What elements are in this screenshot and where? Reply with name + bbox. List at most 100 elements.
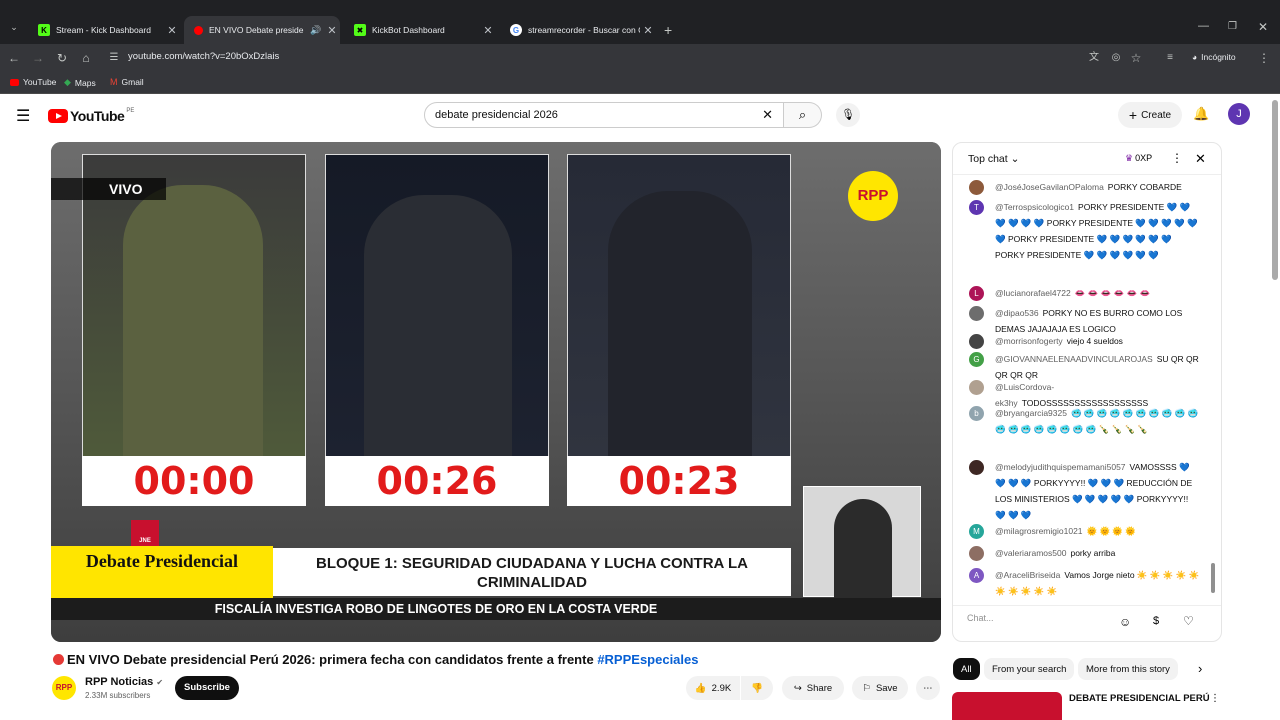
chat-author-avatar[interactable] — [969, 334, 984, 349]
home-icon[interactable]: ⌂ — [78, 50, 94, 66]
tab-search-button[interactable]: ⌄ — [6, 22, 22, 38]
channel-name[interactable]: RPP Noticias ✔ — [85, 676, 163, 688]
xp-badge[interactable]: ♛ 0XP — [1125, 153, 1152, 164]
chat-message[interactable]: M @milagrosremigio1021 🌞 🌞 🌞 🌞 — [969, 523, 1201, 539]
youtube-logo[interactable]: YouTube PE — [48, 108, 134, 124]
bookmark-youtube[interactable]: YouTube — [10, 77, 56, 87]
speaker-icon[interactable]: 🔊 — [308, 25, 324, 36]
chat-message[interactable]: @JoséJoseGavilanOPaloma PORKY COBARDE — [969, 179, 1201, 195]
chat-author-avatar[interactable]: b — [969, 406, 984, 421]
recommended-video-thumbnail[interactable] — [952, 692, 1062, 720]
chat-mode-dropdown[interactable]: Top chat ⌄ — [968, 153, 1019, 165]
browser-menu-icon[interactable]: ⋮ — [1256, 50, 1272, 66]
dislike-button[interactable]: 👎 — [741, 676, 773, 700]
video-player[interactable]: 00:00 00:26 00:23 VIVO RPP JNE Debate Pr… — [51, 142, 941, 642]
close-tab-icon[interactable]: ✕ — [324, 24, 340, 37]
chat-author-name[interactable]: @JoséJoseGavilanOPaloma — [995, 182, 1104, 192]
bookmark-star-icon[interactable]: ☆ — [1128, 50, 1144, 66]
incognito-indicator[interactable]: ◕ Incógnito — [1192, 52, 1236, 62]
chat-message[interactable]: @melodyjudithquispemamani5057 VAMOSSSS 💙 … — [969, 459, 1201, 523]
chat-author-avatar[interactable] — [969, 460, 984, 475]
back-arrow-icon[interactable]: ← — [6, 50, 22, 66]
chat-scrollbar[interactable] — [1211, 563, 1215, 593]
save-button[interactable]: ⚐ Save — [852, 676, 908, 700]
close-window-button[interactable]: ✕ — [1258, 20, 1268, 34]
chat-author-name[interactable]: @bryangarcia9325 — [995, 408, 1067, 418]
chip-all[interactable]: All — [953, 658, 980, 680]
hamburger-menu-icon[interactable]: ☰ — [16, 106, 30, 126]
chat-author-name[interactable]: @GIOVANNAELENAADVINCULAROJAS — [995, 354, 1153, 364]
notifications-bell-icon[interactable]: 🔔 — [1193, 106, 1209, 122]
tab-google-search[interactable]: G streamrecorder - Buscar con Go ✕ — [500, 16, 656, 44]
minimize-window-button[interactable]: — — [1198, 20, 1209, 32]
chat-author-name[interactable]: @Terrospsicologico1 — [995, 202, 1074, 212]
close-tab-icon[interactable]: ✕ — [640, 24, 656, 37]
emoji-icon[interactable]: ☺ — [1119, 615, 1131, 629]
chat-author-avatar[interactable] — [969, 180, 984, 195]
chat-author-name[interactable]: @AraceliBriseida — [995, 570, 1060, 580]
recommended-more-icon[interactable]: ⋮ — [1210, 693, 1220, 704]
bookmark-gmail[interactable]: M Gmail — [110, 77, 144, 87]
chat-author-avatar[interactable]: M — [969, 524, 984, 539]
create-button[interactable]: + Create — [1118, 102, 1182, 128]
close-tab-icon[interactable]: ✕ — [480, 24, 496, 37]
media-controls-icon[interactable]: ≡ — [1162, 50, 1178, 66]
search-button[interactable]: ⌕ — [784, 102, 822, 128]
chat-message-body: @morrisonfogerty viejo 4 sueldos — [995, 333, 1201, 349]
chat-author-name[interactable]: @melodyjudithquispemamani5057 — [995, 462, 1126, 472]
chat-author-name[interactable]: @milagrosremigio1021 — [995, 526, 1083, 536]
chip-more-from-this-story[interactable]: More from this story — [1078, 658, 1178, 680]
share-button[interactable]: ↪ Share — [782, 676, 844, 700]
close-chat-icon[interactable]: ✕ — [1195, 151, 1206, 167]
heart-icon[interactable]: ♡ — [1183, 614, 1194, 628]
chat-author-name[interactable]: @morrisonfogerty — [995, 336, 1063, 346]
close-tab-icon[interactable]: ✕ — [164, 24, 180, 37]
tab-kick-dashboard[interactable]: K Stream - Kick Dashboard ✕ — [28, 16, 180, 44]
chat-message[interactable]: @valeriaramos500 porky arriba — [969, 545, 1201, 561]
reload-icon[interactable]: ↻ — [54, 50, 70, 66]
translate-icon[interactable]: 文 — [1086, 50, 1102, 66]
chevron-right-icon[interactable]: › — [1198, 661, 1202, 676]
search-input[interactable]: debate presidencial 2026 ✕ — [424, 102, 784, 128]
hashtag-link[interactable]: #RPPEspeciales — [597, 652, 698, 667]
tab-youtube-debate[interactable]: EN VIVO Debate preside 🔊 ✕ — [184, 16, 340, 44]
chat-author-avatar[interactable] — [969, 306, 984, 321]
voice-search-button[interactable]: 🎙 — [836, 103, 860, 127]
url-field[interactable]: youtube.com/watch?v=20bOxDzlais — [128, 51, 279, 62]
chat-message[interactable]: L @lucianorafael4722 👄 👄 👄 👄 👄 👄 — [969, 285, 1201, 301]
chat-author-avatar[interactable]: G — [969, 352, 984, 367]
more-actions-button[interactable]: ⋯ — [916, 676, 940, 700]
chat-author-avatar[interactable]: A — [969, 568, 984, 583]
like-button[interactable]: 👍 2.9K — [686, 676, 740, 700]
chat-author-name[interactable]: @valeriaramos500 — [995, 548, 1066, 558]
site-info-icon[interactable]: ☰ — [106, 50, 122, 66]
chat-message[interactable]: T @Terrospsicologico1 PORKY PRESIDENTE 💙 💙… — [969, 199, 1201, 263]
clear-search-icon[interactable]: ✕ — [762, 107, 773, 123]
channel-avatar[interactable]: RPP — [52, 676, 76, 700]
chat-message[interactable]: @morrisonfogerty viejo 4 sueldos — [969, 333, 1201, 349]
user-avatar[interactable]: J — [1228, 103, 1250, 125]
logo-text: YouTube — [70, 108, 125, 124]
chat-author-name[interactable]: @dipao536 — [995, 308, 1039, 318]
chat-more-options-icon[interactable]: ⋮ — [1171, 151, 1183, 165]
restore-window-button[interactable]: ❐ — [1228, 21, 1237, 32]
chip-from-your-search[interactable]: From your search — [984, 658, 1075, 680]
recommended-video-title[interactable]: DEBATE PRESIDENCIAL PERÚ — [1069, 693, 1210, 704]
tab-kickbot-dashboard[interactable]: ✖ KickBot Dashboard ✕ — [344, 16, 496, 44]
bookmark-maps[interactable]: ◆ Maps — [64, 77, 96, 88]
chat-author-name[interactable]: @lucianorafael4722 — [995, 288, 1071, 298]
chat-message[interactable]: b @bryangarcia9325 🥶 🥶 🥶 🥶 🥶 🥶 🥶 🥶 🥶 🥶 🥶 🥶… — [969, 405, 1201, 437]
chat-mode-label: Top chat — [968, 153, 1008, 165]
chat-author-avatar[interactable]: L — [969, 286, 984, 301]
chat-author-avatar[interactable] — [969, 380, 984, 395]
chat-author-avatar[interactable]: T — [969, 200, 984, 215]
super-chat-icon[interactable]: $ — [1153, 615, 1159, 627]
subscribe-button[interactable]: Subscribe — [175, 676, 239, 700]
chat-author-avatar[interactable] — [969, 546, 984, 561]
page-scrollbar[interactable] — [1272, 100, 1278, 280]
new-tab-button[interactable]: + — [664, 22, 672, 38]
chat-message[interactable]: A @AraceliBriseida Vamos Jorge nieto ☀️ ☀️… — [969, 567, 1201, 599]
chat-input[interactable]: Chat... — [967, 613, 1117, 623]
eye-off-icon[interactable]: ◎ — [1108, 50, 1124, 66]
forward-arrow-icon[interactable]: → — [30, 50, 46, 66]
